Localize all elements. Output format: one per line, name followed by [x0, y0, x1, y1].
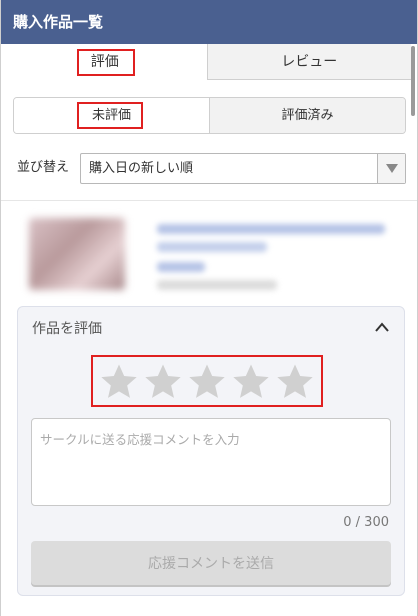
star-icon[interactable]	[275, 362, 315, 402]
rating-panel-title: 作品を評価	[32, 321, 102, 337]
filter-rated-label: 評価済み	[281, 108, 334, 123]
tab-review-label: レビュー	[281, 54, 338, 70]
filter-unrated-label: 未評価	[91, 108, 131, 123]
divider	[1, 200, 417, 201]
filter-rated[interactable]: 評価済み	[210, 98, 405, 133]
sort-selected-value: 購入日の新しい順	[89, 161, 194, 176]
work-meta-blurred	[157, 280, 277, 290]
filter-unrated[interactable]: 未評価	[14, 98, 210, 133]
star-icon[interactable]	[99, 362, 139, 402]
support-comment-input[interactable]	[31, 418, 391, 506]
work-title-blurred[interactable]	[157, 224, 385, 234]
star-rating	[91, 358, 323, 406]
page-title: 購入作品一覧	[13, 13, 104, 31]
sort-select[interactable]: 購入日の新しい順	[80, 153, 406, 184]
main-tabs: 評価 レビュー	[3, 44, 411, 80]
dropdown-arrow-icon[interactable]	[377, 154, 405, 183]
tab-review[interactable]: レビュー	[207, 44, 411, 80]
rating-status-filter: 未評価 評価済み	[13, 97, 406, 134]
star-icon[interactable]	[231, 362, 271, 402]
app-frame: 購入作品一覧 評価 レビュー 未評価 評価済み 並び替え 購入日の新しい順 作品…	[0, 0, 418, 616]
sort-label: 並び替え	[17, 160, 70, 175]
work-circle-blurred[interactable]	[157, 262, 205, 272]
scrollbar[interactable]	[411, 46, 415, 116]
tab-rating-label: 評価	[90, 54, 119, 70]
chevron-up-icon[interactable]	[374, 321, 390, 333]
tab-rating[interactable]: 評価	[3, 44, 208, 80]
character-counter: 0 / 300	[343, 515, 389, 530]
star-icon[interactable]	[143, 362, 183, 402]
work-thumbnail[interactable]	[29, 218, 125, 290]
page-header: 購入作品一覧	[1, 0, 417, 44]
work-title-blurred-line2	[157, 242, 267, 252]
star-icon[interactable]	[187, 362, 227, 402]
send-comment-button[interactable]: 応援コメントを送信	[31, 541, 391, 585]
